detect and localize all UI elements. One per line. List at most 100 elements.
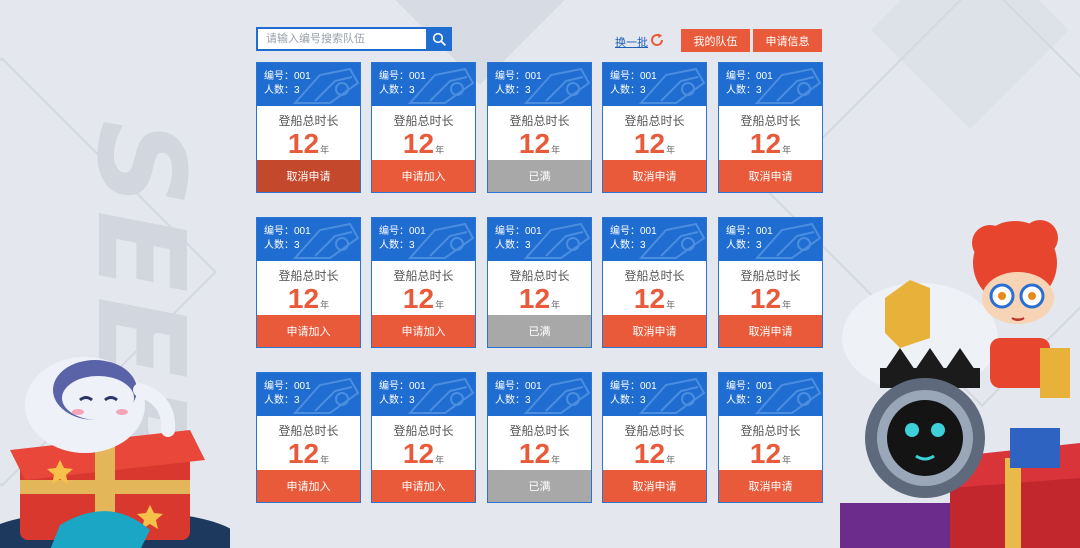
duration-value: 12: [633, 283, 666, 314]
search-input[interactable]: [258, 29, 442, 49]
ship-pattern-icon: [638, 377, 706, 414]
duration-value: 12: [633, 438, 666, 469]
card-header: 编号：001 人数：3: [372, 373, 475, 416]
card-header: 编号：001 人数：3: [719, 373, 822, 416]
team-card: 编号：001 人数：3 登船总时长 12年 取消申请: [602, 217, 707, 348]
duration-label: 登船总时长: [278, 114, 339, 128]
team-card: 编号：001 人数：3 登船总时长 12年 取消申请: [602, 372, 707, 503]
ship-pattern-icon: [407, 377, 475, 414]
team-card: 编号：001 人数：3 登船总时长 12年 取消申请: [718, 372, 823, 503]
ship-pattern-icon: [407, 222, 475, 259]
duration-value-row: 12年: [719, 129, 822, 159]
ship-pattern-icon: [292, 222, 360, 259]
duration-unit: 年: [551, 145, 561, 155]
card-body: 登船总时长 12年: [372, 416, 475, 470]
duration-label: 登船总时长: [393, 269, 454, 283]
duration-unit: 年: [782, 145, 792, 155]
duration-unit: 年: [435, 455, 445, 465]
card-header: 编号：001 人数：3: [719, 218, 822, 261]
duration-value: 12: [287, 438, 320, 469]
full-status-button: 已满: [488, 315, 591, 347]
card-header: 编号：001 人数：3: [603, 218, 706, 261]
mascot-gift-left: [0, 357, 230, 548]
duration-value: 12: [518, 128, 551, 159]
apply-join-button[interactable]: 申请加入: [257, 470, 360, 502]
duration-value-row: 12年: [488, 439, 591, 469]
duration-value: 12: [749, 438, 782, 469]
duration-unit: 年: [435, 145, 445, 155]
cancel-apply-button[interactable]: 取消申请: [603, 470, 706, 502]
search-box: [256, 27, 452, 51]
team-card: 编号：001 人数：3 登船总时长 12年 取消申请: [718, 62, 823, 193]
duration-unit: 年: [782, 300, 792, 310]
card-body: 登船总时长 12年: [603, 416, 706, 470]
cancel-apply-button[interactable]: 取消申请: [719, 470, 822, 502]
apply-join-button[interactable]: 申请加入: [372, 315, 475, 347]
duration-label: 登船总时长: [624, 114, 685, 128]
card-body: 登船总时长 12年: [488, 261, 591, 315]
search-button[interactable]: [426, 27, 452, 51]
mascot-robot-right: [840, 220, 1080, 548]
duration-value-row: 12年: [257, 129, 360, 159]
ship-pattern-icon: [523, 67, 591, 104]
duration-label: 登船总时长: [509, 269, 570, 283]
refresh-link[interactable]: 换一批: [615, 34, 648, 50]
card-body: 登船总时长 12年: [719, 261, 822, 315]
card-body: 登船总时长 12年: [488, 416, 591, 470]
duration-unit: 年: [551, 455, 561, 465]
duration-value: 12: [749, 128, 782, 159]
duration-value-row: 12年: [257, 439, 360, 469]
ship-pattern-icon: [292, 377, 360, 414]
card-header: 编号：001 人数：3: [603, 63, 706, 106]
ship-pattern-icon: [407, 67, 475, 104]
card-header: 编号：001 人数：3: [603, 373, 706, 416]
duration-value-row: 12年: [372, 129, 475, 159]
duration-value: 12: [287, 283, 320, 314]
cancel-apply-button[interactable]: 取消申请: [719, 160, 822, 192]
card-body: 登船总时长 12年: [257, 416, 360, 470]
duration-value: 12: [402, 128, 435, 159]
team-card: 编号：001 人数：3 登船总时长 12年 已满: [487, 217, 592, 348]
duration-unit: 年: [551, 300, 561, 310]
duration-value-row: 12年: [603, 129, 706, 159]
card-header: 编号：001 人数：3: [257, 218, 360, 261]
duration-value: 12: [518, 283, 551, 314]
card-header: 编号：001 人数：3: [488, 63, 591, 106]
apply-info-button[interactable]: 申请信息: [753, 29, 822, 52]
duration-value-row: 12年: [603, 284, 706, 314]
team-card: 编号：001 人数：3 登船总时长 12年 申请加入: [371, 62, 476, 193]
apply-join-button[interactable]: 申请加入: [257, 315, 360, 347]
ship-pattern-icon: [523, 222, 591, 259]
duration-label: 登船总时长: [393, 114, 454, 128]
duration-label: 登船总时长: [740, 114, 801, 128]
duration-value: 12: [633, 128, 666, 159]
cancel-apply-button[interactable]: 取消申请: [719, 315, 822, 347]
team-card: 编号：001 人数：3 登船总时长 12年 申请加入: [371, 372, 476, 503]
apply-join-button[interactable]: 申请加入: [372, 470, 475, 502]
duration-value: 12: [402, 438, 435, 469]
cancel-apply-button[interactable]: 取消申请: [257, 160, 360, 192]
duration-unit: 年: [666, 145, 676, 155]
apply-join-button[interactable]: 申请加入: [372, 160, 475, 192]
duration-unit: 年: [666, 300, 676, 310]
duration-value-row: 12年: [488, 129, 591, 159]
ship-pattern-icon: [523, 377, 591, 414]
duration-value: 12: [402, 283, 435, 314]
card-body: 登船总时长 12年: [719, 416, 822, 470]
card-body: 登船总时长 12年: [372, 261, 475, 315]
cancel-apply-button[interactable]: 取消申请: [603, 315, 706, 347]
duration-value-row: 12年: [372, 439, 475, 469]
duration-value: 12: [287, 128, 320, 159]
team-card: 编号：001 人数：3 登船总时长 12年 已满: [487, 62, 592, 193]
duration-label: 登船总时长: [509, 424, 570, 438]
refresh-icon[interactable]: [649, 32, 665, 48]
team-card: 编号：001 人数：3 登船总时长 12年 申请加入: [371, 217, 476, 348]
team-card: 编号：001 人数：3 登船总时长 12年 申请加入: [256, 217, 361, 348]
card-header: 编号：001 人数：3: [719, 63, 822, 106]
card-header: 编号：001 人数：3: [372, 218, 475, 261]
my-team-button[interactable]: 我的队伍: [681, 29, 750, 52]
duration-label: 登船总时长: [278, 424, 339, 438]
ship-pattern-icon: [754, 222, 822, 259]
cancel-apply-button[interactable]: 取消申请: [603, 160, 706, 192]
duration-unit: 年: [435, 300, 445, 310]
